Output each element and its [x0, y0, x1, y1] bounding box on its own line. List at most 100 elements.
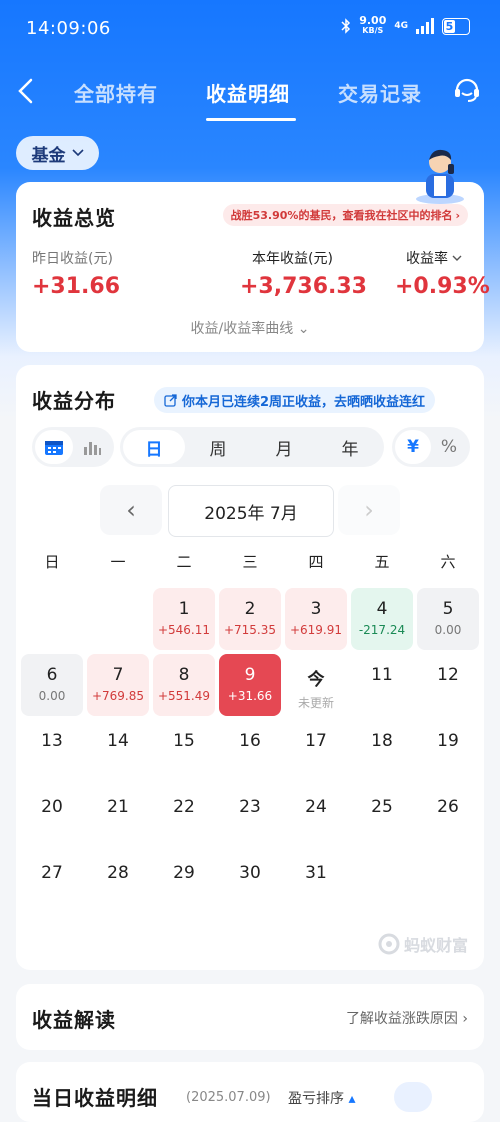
calendar-day-number: 3 — [310, 599, 322, 619]
calendar-day-number: 6 — [46, 665, 58, 685]
calendar-day-number: 20 — [41, 797, 63, 817]
calendar-day-number: 22 — [173, 797, 195, 817]
calendar-day[interactable]: 28 — [87, 852, 149, 914]
calendar-day[interactable]: 23 — [219, 786, 281, 848]
tab-all-holdings[interactable]: 全部持有 — [74, 78, 158, 107]
calendar-day[interactable]: 13 — [21, 720, 83, 782]
calendar-day-number: 1 — [178, 599, 190, 619]
fund-filter-dropdown[interactable]: 基金 — [16, 136, 99, 170]
daily-detail-card: 当日收益明细 (2025.07.09) 盈亏排序 ▴ — [16, 1062, 484, 1122]
card-view-button[interactable] — [436, 1082, 472, 1112]
streak-text: 你本月已连续2周正收益，去晒晒收益连红 — [182, 394, 426, 410]
chevron-left-icon: ‹ — [126, 496, 136, 524]
rate-value: +0.93% — [395, 274, 490, 299]
tab-trade-records[interactable]: 交易记录 — [338, 78, 422, 107]
calendar-day[interactable]: 4 -217.24 — [351, 588, 413, 650]
rank-banner[interactable]: 战胜53.90%的基民，查看我在社区中的排名 › — [222, 204, 468, 226]
calendar-day[interactable]: 5 0.00 — [417, 588, 479, 650]
chevron-down-icon — [452, 255, 462, 261]
month-navigator: ‹ 2025年 7月 › — [100, 485, 400, 539]
calendar-day[interactable]: 1 +546.11 — [153, 588, 215, 650]
unit-amount[interactable]: ¥ — [395, 430, 431, 464]
calendar-day-profit: 0.00 — [434, 623, 462, 637]
calendar-day-number: 18 — [371, 731, 393, 751]
profit-curve-toggle[interactable]: 收益/收益率曲线 ⌄ — [16, 318, 484, 338]
profit-interpretation-card[interactable]: 收益解读 了解收益涨跌原因 › — [16, 984, 484, 1050]
unit-percent[interactable]: % — [431, 430, 467, 464]
calendar-day-number: 21 — [107, 797, 129, 817]
calendar-day-number: 23 — [239, 797, 261, 817]
bar-view-button[interactable] — [73, 430, 111, 464]
calendar-day[interactable]: 27 — [21, 852, 83, 914]
calendar-day[interactable]: 6 0.00 — [21, 654, 83, 716]
calendar-day-number: 4 — [376, 599, 388, 619]
rate-selector[interactable]: 收益率 — [406, 248, 462, 268]
list-view-button[interactable] — [394, 1082, 432, 1112]
calendar-day-profit: +31.66 — [227, 689, 273, 703]
chevron-right-icon: › — [455, 208, 460, 222]
period-day[interactable]: 日 — [123, 430, 185, 464]
calendar-view-button[interactable] — [35, 430, 73, 464]
calendar-day[interactable]: 3 +619.91 — [285, 588, 347, 650]
calendar-day-number: 17 — [305, 731, 327, 751]
calendar-day-number: 8 — [178, 665, 190, 685]
calendar-day[interactable]: 20 — [21, 786, 83, 848]
calendar-day-number: 7 — [112, 665, 124, 685]
next-month-button[interactable]: › — [338, 485, 400, 535]
yesterday-profit-label: 昨日收益(元) — [32, 251, 113, 267]
period-toggle: 日 周 月 年 — [120, 427, 384, 467]
calendar-icon — [45, 441, 63, 455]
period-year[interactable]: 年 — [317, 430, 383, 464]
customer-service-icon[interactable] — [452, 74, 482, 104]
prev-month-button[interactable]: ‹ — [100, 485, 162, 535]
calendar-day-profit: 0.00 — [38, 689, 66, 703]
overview-title: 收益总览 — [32, 206, 116, 230]
calendar-day-number: 26 — [437, 797, 459, 817]
distribution-title: 收益分布 — [32, 389, 116, 413]
calendar-day[interactable]: 8 +551.49 — [153, 654, 215, 716]
calendar-day[interactable]: 17 — [285, 720, 347, 782]
weekday-label: 四 — [308, 553, 324, 571]
unit-toggle: ¥ % — [392, 427, 470, 467]
calendar-day-profit: 未更新 — [297, 696, 334, 710]
calendar-day-number: 13 — [41, 731, 63, 751]
back-icon[interactable] — [16, 74, 36, 108]
period-month[interactable]: 月 — [251, 430, 317, 464]
calendar-day[interactable]: 11 — [351, 654, 413, 716]
calendar-day[interactable]: 18 — [351, 720, 413, 782]
sort-button[interactable]: 盈亏排序 ▴ — [288, 1088, 355, 1108]
sort-icon: ▴ — [348, 1091, 356, 1107]
calendar-day[interactable]: 19 — [417, 720, 479, 782]
streak-badge[interactable]: 你本月已连续2周正收益，去晒晒收益连红 — [154, 387, 436, 413]
bar-chart-icon — [84, 442, 101, 455]
calendar-day[interactable]: 15 — [153, 720, 215, 782]
calendar-day-number: 11 — [371, 665, 393, 685]
calendar-day-profit: -217.24 — [358, 623, 406, 637]
weekday-label: 一 — [110, 553, 126, 571]
calendar-day-profit: +546.11 — [157, 623, 211, 637]
calendar-day[interactable]: 12 — [417, 654, 479, 716]
calendar-day[interactable]: 22 — [153, 786, 215, 848]
calendar-day[interactable]: 7 +769.85 — [87, 654, 149, 716]
calendar-day-number: 15 — [173, 731, 195, 751]
calendar-day-number: 12 — [437, 665, 459, 685]
calendar-day[interactable]: 24 — [285, 786, 347, 848]
calendar-day[interactable]: 30 — [219, 852, 281, 914]
calendar-day[interactable]: 16 — [219, 720, 281, 782]
calendar-day[interactable]: 今未更新 — [285, 654, 347, 716]
calendar-day[interactable]: 29 — [153, 852, 215, 914]
year-profit-value: +3,736.33 — [240, 274, 367, 299]
period-week[interactable]: 周 — [185, 430, 251, 464]
calendar-day[interactable]: 21 — [87, 786, 149, 848]
calendar-day-number: 5 — [442, 599, 454, 619]
profit-overview-card: 收益总览 战胜53.90%的基民，查看我在社区中的排名 › 昨日收益(元) +3… — [16, 182, 490, 352]
calendar-day[interactable]: 26 — [417, 786, 479, 848]
tab-profit-detail[interactable]: 收益明细 — [206, 78, 290, 107]
chevron-right-icon: › — [364, 496, 374, 524]
calendar-day[interactable]: 31 — [285, 852, 347, 914]
calendar-day[interactable]: 14 — [87, 720, 149, 782]
calendar-day[interactable]: 2 +715.35 — [219, 588, 281, 650]
calendar-day[interactable]: 9 +31.66 — [219, 654, 281, 716]
profit-reason-link[interactable]: 了解收益涨跌原因 › — [346, 1008, 468, 1028]
calendar-day[interactable]: 25 — [351, 786, 413, 848]
